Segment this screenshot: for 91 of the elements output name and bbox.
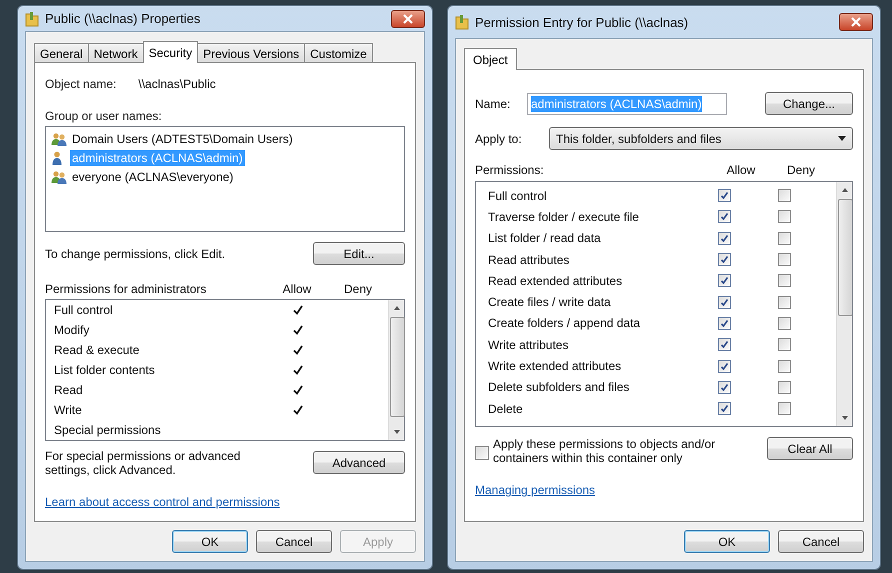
deny-checkbox[interactable] <box>778 316 790 330</box>
permission-name: Read <box>53 383 84 397</box>
deny-checkbox[interactable] <box>778 189 790 202</box>
allow-checkbox[interactable] <box>718 210 730 224</box>
allow-checkbox[interactable] <box>718 296 730 309</box>
permission-name: Read attributes <box>487 252 570 267</box>
apply-only-checkbox[interactable] <box>475 446 489 460</box>
dialog-button[interactable]: OK <box>172 530 248 553</box>
user-list-item[interactable]: Domain Users (ADTEST5\Domain Users) <box>49 129 401 148</box>
permission-name: Read & execute <box>53 343 140 357</box>
deny-checkbox[interactable] <box>778 274 790 288</box>
folder-icon <box>455 14 469 30</box>
user-group-icon <box>51 170 67 184</box>
edit-button[interactable]: Edit... <box>313 242 405 265</box>
window-title: Public (\\aclnas) Properties <box>45 11 202 26</box>
permission-name: Delete subfolders and files <box>487 380 630 394</box>
permission-name: Full control <box>53 303 114 317</box>
permissions-label: Permissions for administrators <box>45 282 208 296</box>
folder-icon <box>25 10 39 26</box>
scroll-up-icon[interactable] <box>392 305 400 311</box>
clear-all-button[interactable]: Clear All <box>767 437 853 460</box>
help-link[interactable]: Learn about access control and permissions <box>45 495 280 509</box>
deny-checkbox[interactable] <box>778 380 790 394</box>
allow-checkbox[interactable] <box>718 253 730 266</box>
dialog-button[interactable]: Cancel <box>778 530 864 553</box>
apply-only-label: Apply these permissions to objects and/or containers within this container only <box>493 437 716 465</box>
close-button[interactable] <box>839 13 873 31</box>
permission-name: Write extended attributes <box>487 359 622 374</box>
dialog-button[interactable]: Cancel <box>256 530 332 553</box>
dialog-button[interactable]: OK <box>684 530 770 553</box>
deny-checkbox[interactable] <box>778 402 790 416</box>
scroll-down-icon[interactable] <box>392 429 400 435</box>
deny-checkbox[interactable] <box>778 232 790 245</box>
permission-name: Special permissions <box>53 423 162 437</box>
allow-checkbox[interactable] <box>718 316 730 330</box>
scrollbar[interactable] <box>388 300 404 440</box>
permission-name: Create folders / append data <box>487 316 642 330</box>
window-title: Permission Entry for Public (\\aclnas) <box>475 14 690 30</box>
allow-header: Allow <box>726 163 756 177</box>
permission-name: Delete <box>487 402 524 416</box>
close-icon[interactable] <box>850 17 862 27</box>
object-name-label: Object name: <box>45 77 116 91</box>
scroll-down-icon[interactable] <box>840 415 848 421</box>
tab[interactable]: Network <box>88 43 144 62</box>
deny-checkbox[interactable] <box>778 360 790 373</box>
allow-checkbox[interactable] <box>718 274 730 288</box>
object-name-value: \\aclnas\Public <box>138 77 216 91</box>
permission-name: Create files / write data <box>487 295 612 310</box>
permission-name: Full control <box>487 188 548 203</box>
tab[interactable]: Object <box>464 48 517 70</box>
deny-checkbox[interactable] <box>778 210 790 224</box>
allow-header: Allow <box>282 282 312 296</box>
permission-name: Modify <box>53 323 90 337</box>
tab[interactable]: Previous Versions <box>197 43 306 62</box>
allow-checkbox[interactable] <box>718 189 730 202</box>
permission-name: Traverse folder / execute file <box>487 210 640 224</box>
permission-name: Read extended attributes <box>487 274 624 288</box>
tab[interactable]: Security <box>142 41 198 63</box>
caret-icon <box>838 136 846 141</box>
help-link[interactable]: Managing permissions <box>475 483 596 497</box>
change-hint: To change permissions, click Edit. <box>45 246 226 260</box>
tab[interactable]: General <box>34 43 89 62</box>
deny-checkbox[interactable] <box>778 338 790 352</box>
allow-checkbox[interactable] <box>718 360 730 373</box>
deny-header: Deny <box>786 163 816 177</box>
deny-checkbox[interactable] <box>778 253 790 266</box>
scroll-up-icon[interactable] <box>840 187 848 193</box>
scrollbar[interactable] <box>836 182 852 426</box>
user-group-icon <box>51 132 67 146</box>
name-label: Name: <box>475 96 512 110</box>
apply-to-label: Apply to: <box>475 132 523 146</box>
user-list-item[interactable]: everyone (ACLNAS\everyone) <box>49 167 401 186</box>
permission-name: Write attributes <box>487 338 570 352</box>
close-button[interactable] <box>391 10 425 28</box>
permissions-label: Permissions: <box>475 163 545 177</box>
permission-name: List folder contents <box>53 363 156 377</box>
permission-name: Write <box>53 403 83 417</box>
deny-header: Deny <box>342 282 373 296</box>
allow-checkbox[interactable] <box>718 380 730 394</box>
permission-name: List folder / read data <box>487 231 602 246</box>
apply-to-dropdown[interactable]: This folder, subfolders and files <box>549 127 853 150</box>
allow-checkbox[interactable] <box>718 338 730 352</box>
tab[interactable]: Customize <box>304 43 373 62</box>
close-icon[interactable] <box>402 14 414 24</box>
allow-checkbox[interactable] <box>718 402 730 416</box>
deny-checkbox[interactable] <box>778 296 790 309</box>
advanced-button[interactable]: Advanced <box>313 451 405 474</box>
group-label: Group or user names: <box>45 109 163 123</box>
allow-checkbox[interactable] <box>718 232 730 245</box>
advanced-hint: For special permissions or advanced settings, click Advanced. <box>45 449 242 477</box>
change-button[interactable]: Change... <box>765 92 853 115</box>
